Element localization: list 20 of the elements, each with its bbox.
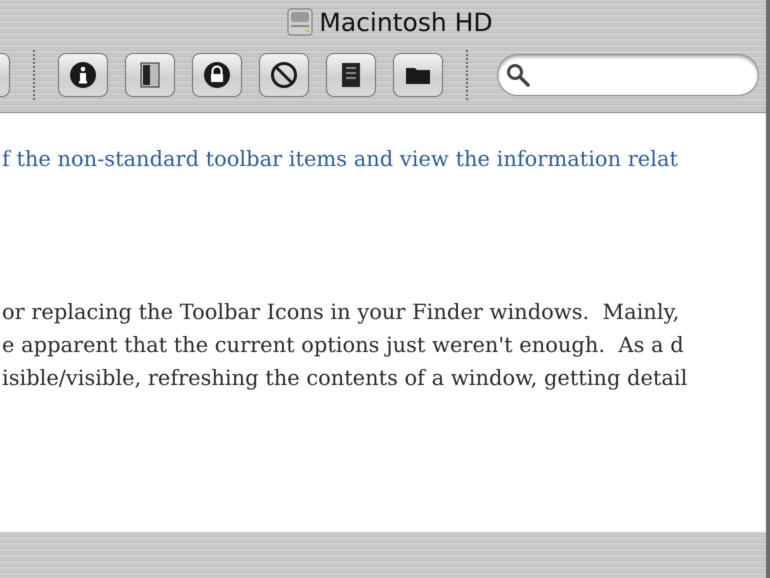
toolbar-button[interactable] xyxy=(125,53,175,97)
lock-icon xyxy=(203,61,231,89)
toolbar-button[interactable] xyxy=(393,53,443,97)
lock-button[interactable] xyxy=(192,53,242,97)
body-text: isible/visible, refreshing the contents of a window, getting detail xyxy=(2,365,688,392)
info-button[interactable] xyxy=(58,53,108,97)
toolbar-button[interactable] xyxy=(259,53,309,97)
folder-icon xyxy=(405,65,431,85)
info-icon xyxy=(69,61,97,89)
hard-drive-icon xyxy=(287,7,314,37)
search-icon xyxy=(506,63,530,87)
toolbar-button[interactable] xyxy=(326,53,376,97)
link-text[interactable]: f the non-standard toolbar items and view the information relat xyxy=(2,143,678,176)
window-title: Macintosh HD xyxy=(319,8,493,36)
body-text: e apparent that the current options just weren't enough. As a d xyxy=(2,332,684,359)
column-icon xyxy=(140,62,160,88)
body-text: or replacing the Toolbar Icons in your Finder windows. Mainly, xyxy=(2,299,680,326)
prohibited-icon xyxy=(270,61,298,89)
search-field[interactable] xyxy=(497,54,759,96)
document-icon xyxy=(341,62,361,88)
